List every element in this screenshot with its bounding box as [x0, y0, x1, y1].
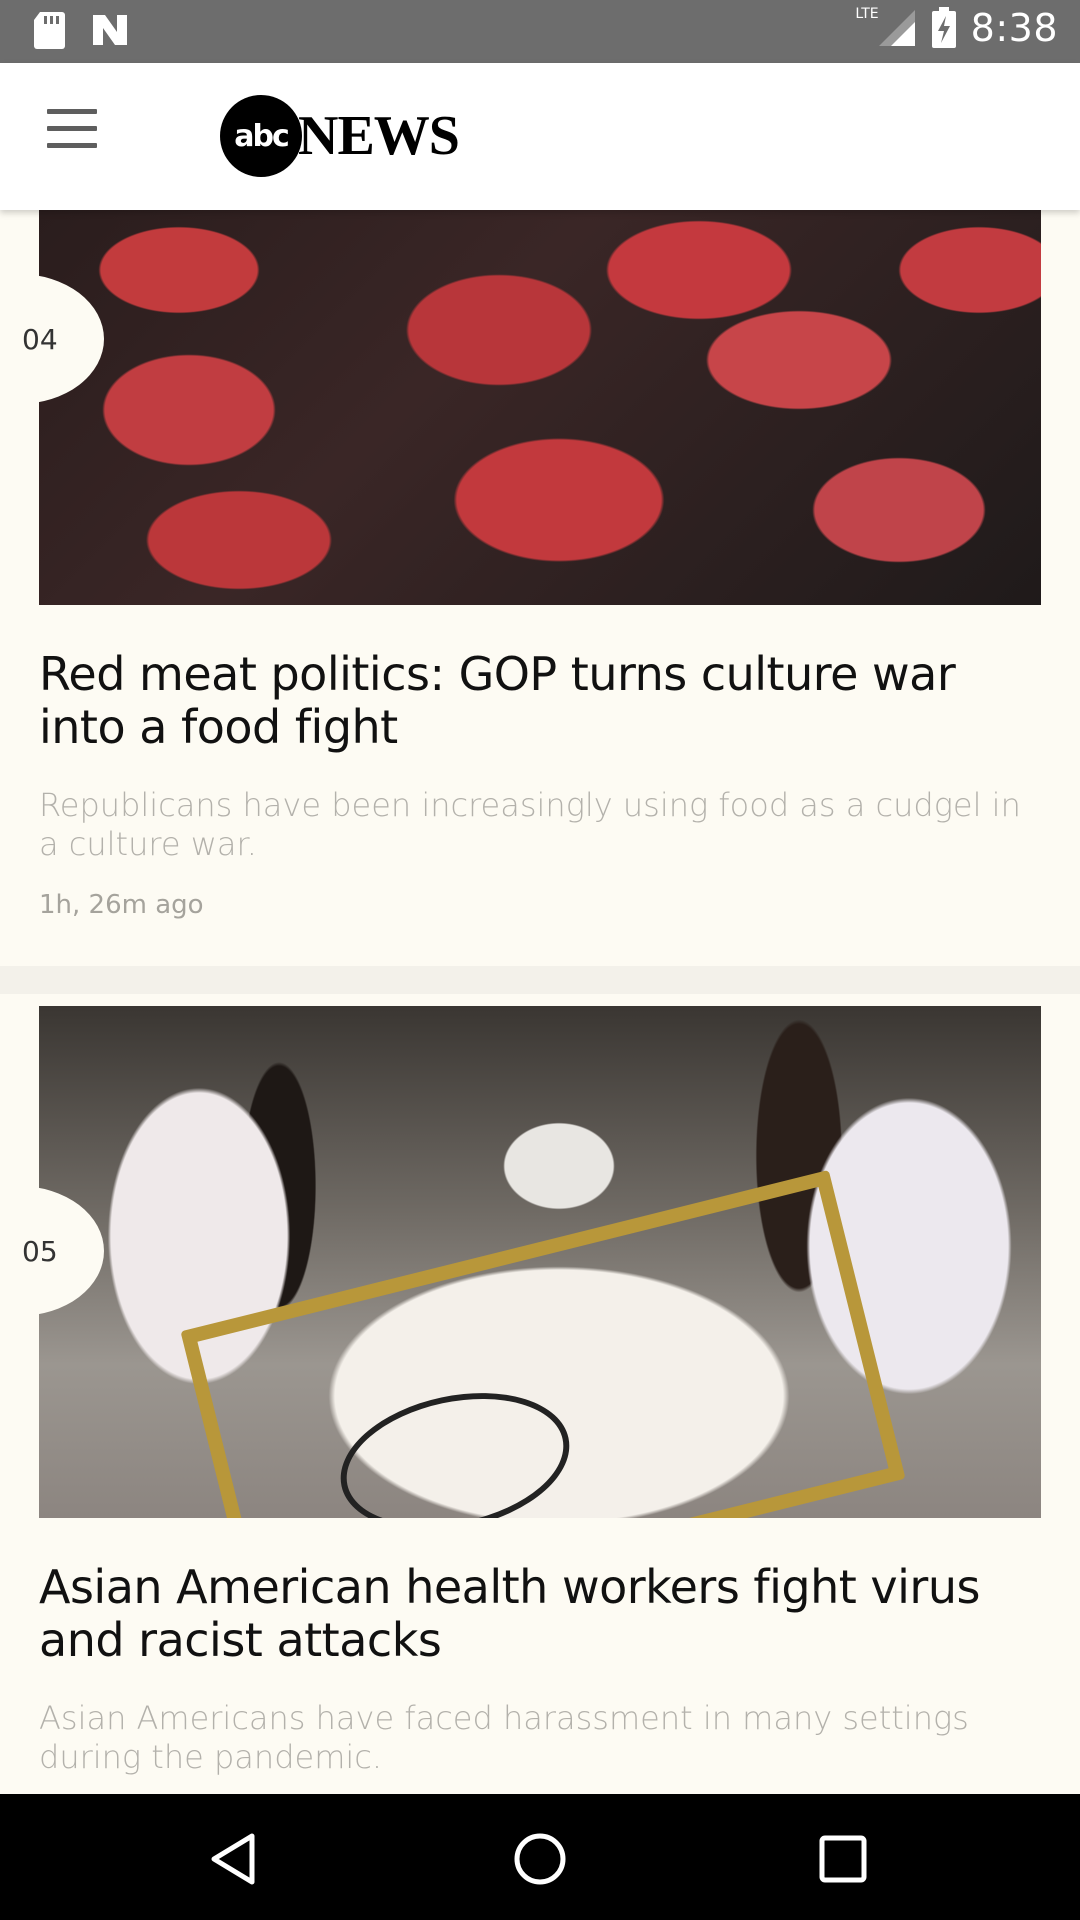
battery-charging-icon: [931, 7, 956, 48]
app-header: abc NEWS: [0, 63, 1080, 210]
status-bar: LTE 8:38: [0, 0, 1080, 63]
article-summary: Asian Americans have faced harassment in…: [39, 1699, 969, 1776]
rank-number: 05: [22, 1234, 58, 1268]
n-notification-icon: [93, 15, 127, 45]
abc-logo-circle: abc: [220, 95, 302, 177]
signal-icon: [878, 10, 915, 46]
network-type-label: LTE: [855, 6, 879, 22]
system-nav-bar: [0, 1794, 1080, 1920]
logo-news-text: NEWS: [298, 105, 460, 167]
recents-icon[interactable]: [808, 1824, 878, 1894]
article-card[interactable]: 05 Asian American health workers fight v…: [0, 210, 1080, 1794]
article-feed[interactable]: 04 Red meat politics: GOP turns culture …: [0, 210, 1080, 1794]
back-icon[interactable]: [200, 1824, 270, 1894]
article-image[interactable]: [39, 1006, 1041, 1518]
hamburger-menu-icon[interactable]: [40, 109, 104, 165]
sd-card-icon: [34, 12, 65, 49]
home-icon[interactable]: [505, 1824, 575, 1894]
article-headline[interactable]: Asian American health workers fight viru…: [39, 1561, 1039, 1667]
clock: 8:38: [970, 6, 1058, 50]
abc-news-logo[interactable]: abc NEWS: [220, 95, 460, 177]
